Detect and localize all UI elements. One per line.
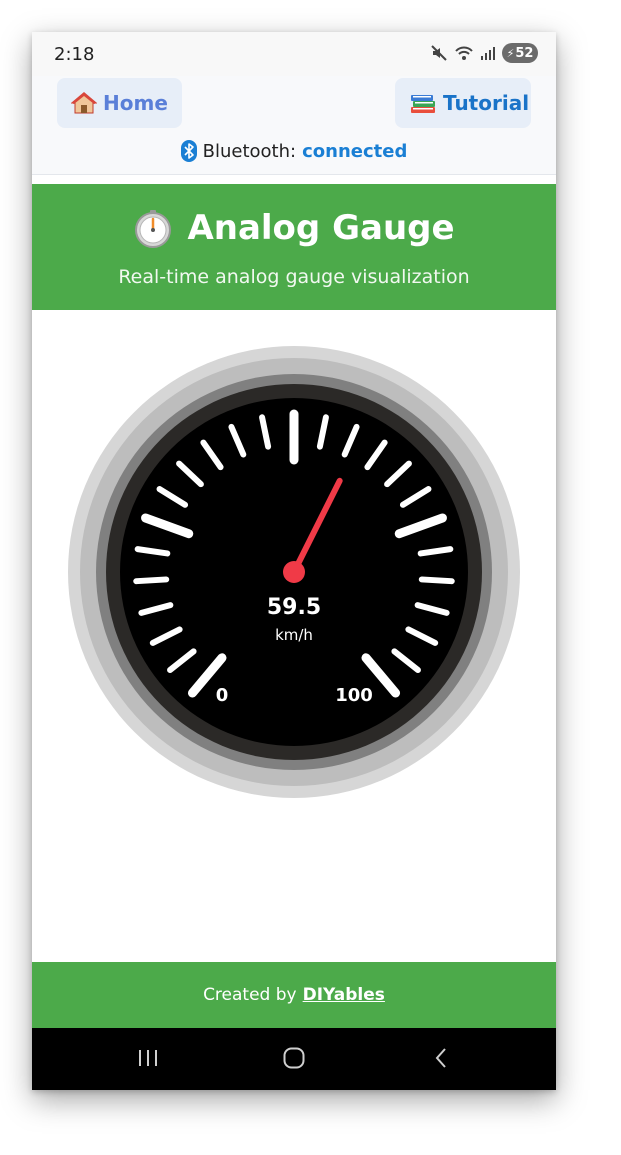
gauge-svg: 0 100 59.5 km/h xyxy=(68,346,520,798)
home-button[interactable]: Home xyxy=(57,78,182,128)
tutorial-button[interactable]: Tutorial xyxy=(395,78,531,128)
battery-icon: ⚡ xyxy=(506,46,515,60)
gauge-min-label: 0 xyxy=(216,685,229,706)
phone-screen: 2:18 ⚡ 52 Home Tutorial Bluetooth: conne… xyxy=(32,32,556,1090)
back-icon[interactable] xyxy=(430,1046,454,1070)
tutorial-button-label: Tutorial xyxy=(443,91,530,115)
gauge-value-readout: 59.5 xyxy=(267,595,321,620)
gauge-max-label: 100 xyxy=(335,685,373,706)
bluetooth-icon xyxy=(180,140,197,162)
battery-indicator: ⚡ 52 xyxy=(502,43,538,63)
footer-brand-link[interactable]: DIYables xyxy=(303,985,385,1005)
battery-level: 52 xyxy=(515,45,534,61)
gauge-needle-hub xyxy=(283,561,305,583)
analog-gauge: 0 100 59.5 km/h xyxy=(68,346,520,798)
gauge-unit-label: km/h xyxy=(275,626,313,644)
title-row: Analog Gauge xyxy=(32,208,556,248)
recent-apps-icon[interactable] xyxy=(136,1046,160,1070)
top-navbar: Home Tutorial Bluetooth: connected xyxy=(32,76,556,175)
home-nav-icon[interactable] xyxy=(282,1046,306,1070)
wifi-icon xyxy=(455,46,473,60)
page-subtitle: Real-time analog gauge visualization xyxy=(118,266,470,288)
bluetooth-label: Bluetooth: xyxy=(202,140,297,162)
home-button-label: Home xyxy=(103,91,168,115)
mute-icon xyxy=(431,45,447,61)
gauge-minor-tick xyxy=(418,576,455,585)
books-icon xyxy=(411,95,435,113)
page-footer: Created by DIYables xyxy=(32,962,556,1028)
gauge-minor-tick xyxy=(133,576,170,585)
status-bar: 2:18 ⚡ 52 xyxy=(32,32,556,76)
system-navigation-bar xyxy=(32,1028,556,1090)
status-time: 2:18 xyxy=(54,44,95,65)
signal-icon xyxy=(481,47,495,60)
page-title: Analog Gauge xyxy=(187,208,455,248)
house-icon xyxy=(71,92,97,114)
page-header: Analog Gauge Real-time analog gauge visu… xyxy=(32,184,556,310)
status-icons: ⚡ 52 xyxy=(430,43,538,63)
bluetooth-state: connected xyxy=(302,140,408,162)
footer-prefix: Created by xyxy=(203,985,297,1005)
bluetooth-status: Bluetooth: connected xyxy=(32,140,556,162)
stopwatch-icon xyxy=(135,210,172,248)
